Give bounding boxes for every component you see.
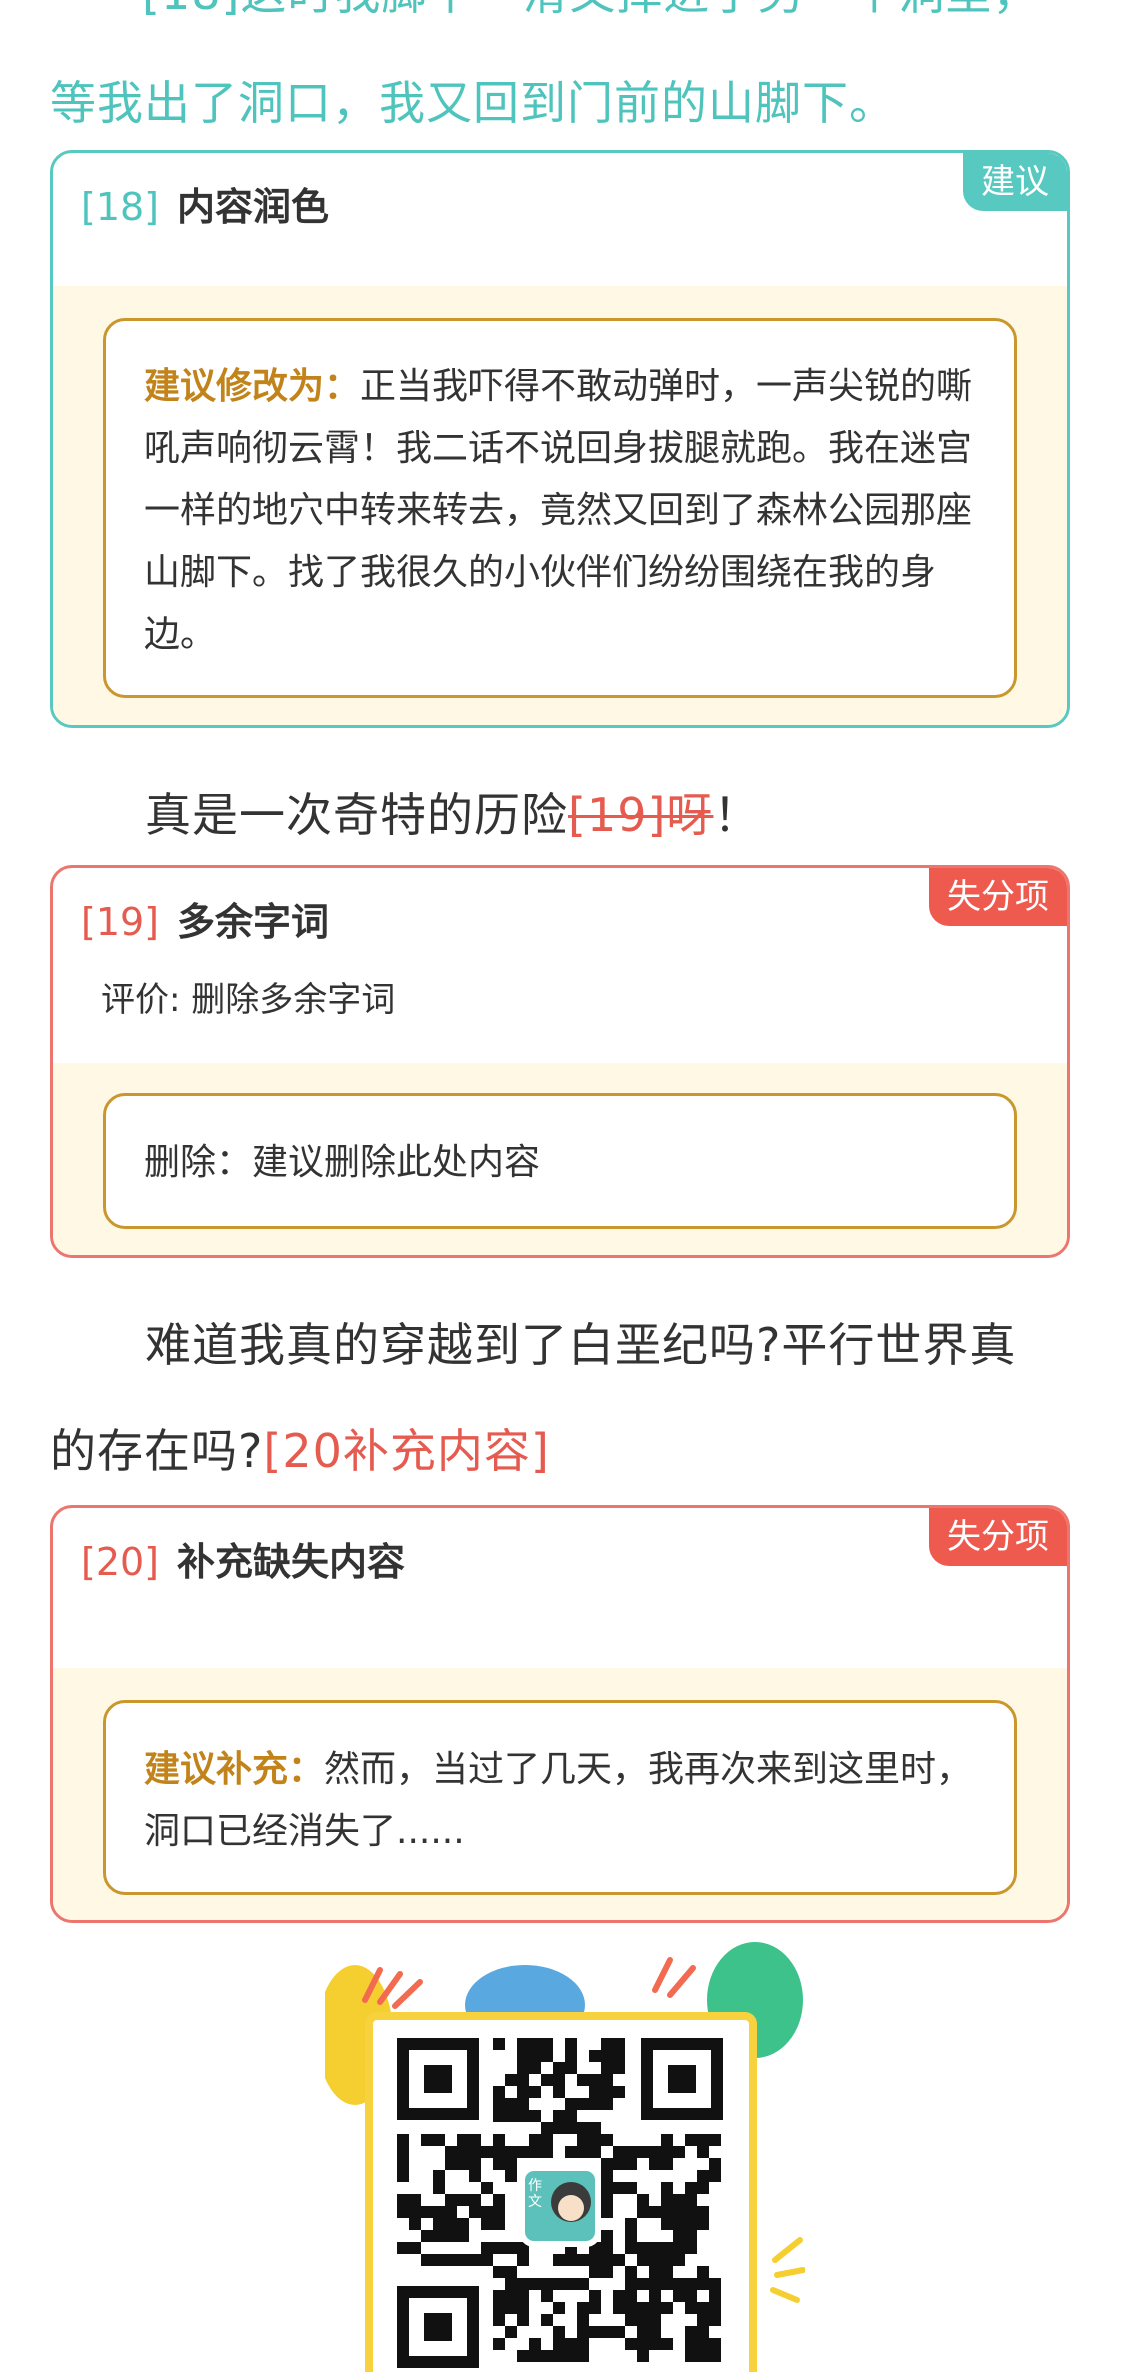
card-20-suggestion-box: 建议补充：然而，当过了几天，我再次来到这里时，洞口已经消失了...... [103, 1700, 1017, 1895]
card-20-suggestion-area: 建议补充：然而，当过了几天，我再次来到这里时，洞口已经消失了...... [53, 1668, 1067, 1920]
suggestion-label: 建议修改为： [144, 366, 361, 407]
paragraph-20-text-2: 的存在吗? [50, 1424, 264, 1478]
paragraph-20-line1: 难道我真的穿越到了白垩纪吗?平行世界真 [50, 1290, 1075, 1400]
qr-decoration [317, 1942, 806, 2376]
card-18-suggestion-area: 建议修改为：正当我吓得不敢动弹时，一声尖锐的嘶吼声响彻云霄！我二话不说回身拔腿就… [53, 286, 1067, 725]
paragraph-17-line: 等我出了洞口，我又回到门前的山脚下。 [50, 48, 1075, 158]
petal-decoration-right [652, 1957, 696, 1998]
card-18-header: [18] 内容润色 [81, 181, 329, 233]
card-18-suggestion: 建议修改为：正当我吓得不敢动弹时，一声尖锐的嘶吼声响彻云霄！我二话不说回身拔腿就… [144, 356, 976, 666]
suggestion-text: 正当我吓得不敢动弹时，一声尖锐的嘶吼声响彻云霄！我二话不说回身拔腿就跑。我在迷宫… [144, 366, 973, 655]
paragraph-17-partial: [18]这时我脚下一滑又掉进了另一个洞里， [50, 0, 1075, 48]
insert-marker-20[interactable]: [20补充内容] [263, 1424, 549, 1478]
comment-card-20[interactable]: [20] 补充缺失内容 失分项 建议补充：然而，当过了几天，我再次来到这里时，洞口… [50, 1505, 1070, 1923]
card-19-suggestion: 删除：建议删除此处内容 [144, 1142, 541, 1183]
card-19-number: [19] [81, 900, 160, 944]
paragraph-17-text: 等我出了洞口，我又回到门前的山脚下。 [50, 76, 896, 130]
card-20-suggestion: 建议补充：然而，当过了几天，我再次来到这里时，洞口已经消失了...... [144, 1739, 976, 1863]
card-19-header: [19] 多余字词 [81, 896, 329, 948]
card-20-badge: 失分项 [929, 1508, 1067, 1566]
card-19-suggestion-area: 删除：建议删除此处内容 [53, 1063, 1067, 1255]
suggestion-label: 建议补充： [144, 1749, 325, 1790]
card-18-number: [18] [81, 185, 160, 229]
paragraph-19: 真是一次奇特的历险[19]呀！ [50, 760, 1075, 870]
card-19-suggestion-box: 删除：建议删除此处内容 [103, 1093, 1017, 1229]
qr-code-area: 作文 [317, 1940, 806, 2376]
paragraph-17-partial-line: [18]这时我脚下一滑又掉进了另一个洞里， [50, 0, 1039, 20]
comment-card-19[interactable]: [19] 多余字词 失分项 评价: 删除多余字词 删除：建议删除此处内容 [50, 865, 1070, 1258]
card-19-title: 多余字词 [177, 900, 330, 944]
card-20-number: [20] [81, 1540, 160, 1584]
paragraph-20-line2: 的存在吗?[20补充内容] [50, 1396, 1075, 1506]
card-19-badge: 失分项 [929, 868, 1067, 926]
card-18-badge: 建议 [963, 153, 1067, 211]
paragraph-19-end: ！ [713, 788, 761, 842]
card-20-title: 补充缺失内容 [177, 1540, 406, 1584]
paragraph-19-text: 真是一次奇特的历险 [145, 788, 568, 842]
card-18-suggestion-box: 建议修改为：正当我吓得不敢动弹时，一声尖锐的嘶吼声响彻云霄！我二话不说回身拔腿就… [103, 318, 1017, 698]
petal-decoration-bottom [770, 2237, 806, 2303]
card-19-evaluation: 评价: 删除多余字词 [101, 980, 396, 1020]
deleted-text-19[interactable]: [19]呀 [568, 788, 713, 842]
paragraph-20-text-1: 难道我真的穿越到了白垩纪吗?平行世界真 [145, 1318, 1017, 1372]
card-18-title: 内容润色 [177, 185, 330, 229]
card-20-header: [20] 补充缺失内容 [81, 1536, 405, 1588]
qr-logo-text: 作文 [528, 2178, 542, 2210]
comment-card-18[interactable]: [18] 内容润色 建议 建议修改为：正当我吓得不敢动弹时，一声尖锐的嘶吼声响彻云… [50, 150, 1070, 728]
